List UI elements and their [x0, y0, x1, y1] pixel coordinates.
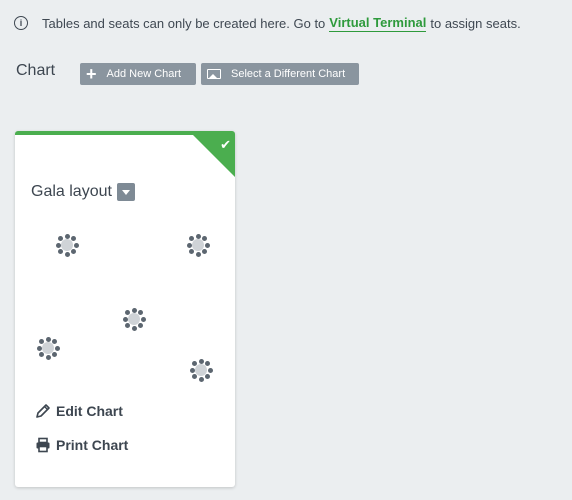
seat-dot: [125, 322, 131, 328]
seat-dot: [195, 251, 201, 257]
table-preview: [55, 233, 79, 257]
seat-dot: [137, 310, 143, 316]
seat-dot: [195, 233, 201, 239]
seat-dot: [73, 242, 79, 248]
seat-dot: [58, 248, 64, 254]
chart-title-text: Gala layout: [31, 183, 112, 200]
seat-dot: [64, 233, 70, 239]
table-preview: [186, 233, 210, 257]
add-new-chart-button[interactable]: + Add New Chart: [80, 63, 196, 85]
info-text-before: Tables and seats can only be created her…: [42, 15, 326, 31]
seat-dot: [204, 373, 210, 379]
seat-dot: [137, 322, 143, 328]
seat-dot: [201, 248, 207, 254]
add-new-chart-label: Add New Chart: [106, 68, 182, 80]
seat-dot: [70, 236, 76, 242]
chart-options-dropdown[interactable]: [116, 183, 135, 201]
edit-chart-label: Edit Chart: [56, 403, 123, 419]
seat-dot: [70, 248, 76, 254]
seat-dot: [140, 316, 146, 322]
seat-dot: [186, 242, 192, 248]
seat-dot: [51, 339, 57, 345]
seat-dot: [189, 367, 195, 373]
seat-dot: [207, 367, 213, 373]
virtual-terminal-link[interactable]: Virtual Terminal: [329, 15, 427, 32]
seat-dot: [45, 336, 51, 342]
seat-dot: [39, 351, 45, 357]
select-different-chart-button[interactable]: Select a Different Chart: [201, 63, 359, 85]
seat-dot: [54, 345, 60, 351]
seat-dot: [204, 361, 210, 367]
info-text-after: to assign seats.: [430, 15, 521, 31]
seat-dot: [122, 316, 128, 322]
seat-dot: [204, 242, 210, 248]
seat-dot: [201, 236, 207, 242]
seat-dot: [64, 251, 70, 257]
seat-dot: [198, 358, 204, 364]
printer-icon: [36, 437, 50, 453]
seat-dot: [55, 242, 61, 248]
seat-dot: [45, 354, 51, 360]
seat-dot: [51, 351, 57, 357]
plus-icon: +: [86, 64, 97, 84]
seat-dot: [131, 325, 137, 331]
pencil-icon: [36, 404, 50, 418]
table-preview: [122, 307, 146, 331]
image-icon: [207, 69, 221, 79]
seat-dot: [189, 248, 195, 254]
seat-dot: [198, 376, 204, 382]
table-preview: [189, 358, 213, 382]
print-chart-label: Print Chart: [56, 437, 129, 453]
chart-card[interactable]: ✔ Gala layout Edit Chart Print Chart: [15, 131, 235, 487]
seat-dot: [131, 307, 137, 313]
select-different-chart-label: Select a Different Chart: [231, 68, 346, 80]
chart-heading: Chart: [16, 62, 56, 79]
seat-dot: [36, 345, 42, 351]
print-chart-link[interactable]: Print Chart: [35, 437, 128, 453]
seat-dot: [192, 373, 198, 379]
checkmark-icon: ✔: [220, 137, 231, 152]
info-banner: i Tables and seats can only be created h…: [14, 12, 521, 34]
info-icon: i: [14, 16, 28, 30]
table-preview: [36, 336, 60, 360]
chart-title: Gala layout: [31, 183, 135, 201]
edit-chart-link[interactable]: Edit Chart: [35, 403, 123, 419]
